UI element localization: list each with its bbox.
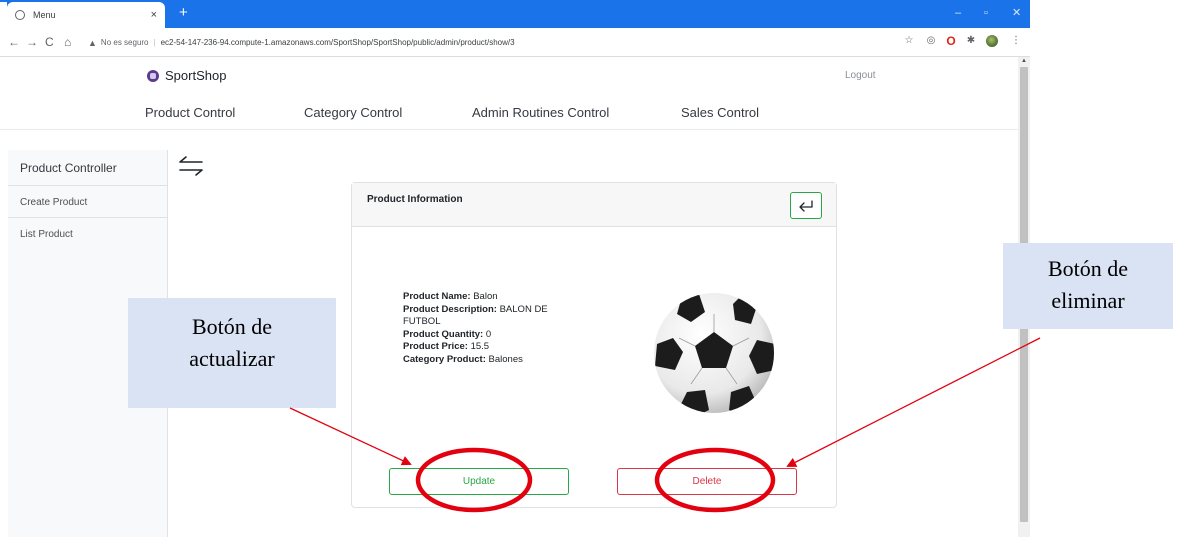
product-quantity-row: Product Quantity: 0 bbox=[403, 329, 561, 342]
address-bar: ← → C ⌂ ▲ No es seguro | ec2-54-147-236-… bbox=[0, 28, 1030, 57]
maximize-icon[interactable]: ▫ bbox=[984, 6, 988, 20]
warning-icon: ▲ bbox=[88, 37, 97, 48]
brand-link[interactable]: SportShop bbox=[147, 68, 226, 83]
globe-icon bbox=[15, 10, 25, 20]
scroll-up-icon[interactable]: ▲ bbox=[1021, 58, 1027, 64]
back-arrow-icon[interactable]: ← bbox=[8, 34, 20, 50]
product-card: Product Information Product Name: Balon … bbox=[351, 182, 837, 508]
delete-callout: Botón de eliminar bbox=[1003, 243, 1173, 329]
tab-accent bbox=[0, 2, 7, 28]
sidebar-toggle-icon[interactable] bbox=[178, 155, 204, 177]
product-quantity-value: 0 bbox=[485, 328, 492, 340]
delete-button[interactable]: Delete bbox=[617, 468, 797, 495]
update-button[interactable]: Update bbox=[389, 468, 569, 495]
main-nav: Product Control Category Control Admin R… bbox=[0, 100, 1018, 130]
home-icon[interactable]: ⌂ bbox=[64, 34, 71, 50]
minimize-icon[interactable]: – bbox=[955, 6, 961, 20]
brand-logo-icon bbox=[147, 69, 159, 82]
sidebar-item-list-product[interactable]: List Product bbox=[8, 218, 167, 250]
product-name-value: Balon bbox=[473, 291, 498, 302]
delete-callout-line-1: Botón de bbox=[1047, 256, 1129, 281]
sidebar-title: Product Controller bbox=[8, 150, 167, 186]
star-icon[interactable]: ☆ bbox=[903, 35, 915, 47]
url-separator: | bbox=[153, 38, 156, 47]
window-close-icon[interactable]: ✕ bbox=[1012, 6, 1021, 20]
update-callout-line-1: Botón de bbox=[191, 314, 273, 339]
sidebar-item-create-product[interactable]: Create Product bbox=[8, 186, 167, 218]
product-price-value: 15.5 bbox=[470, 341, 490, 353]
product-category-label: Category Product: bbox=[403, 353, 486, 365]
forward-arrow-icon[interactable]: → bbox=[26, 34, 38, 50]
tab-title: Menu bbox=[33, 10, 56, 20]
puzzle-icon[interactable]: ✱ bbox=[965, 35, 977, 47]
reload-icon[interactable]: C bbox=[45, 34, 54, 50]
product-info: Product Name: Balon Product Description:… bbox=[403, 291, 561, 367]
browser-tab-bar: Menu × + – ▫ ✕ bbox=[0, 0, 1030, 28]
tab-close-icon[interactable]: × bbox=[151, 9, 157, 21]
logout-link[interactable]: Logout bbox=[845, 70, 876, 81]
extension-icon[interactable]: ◎ bbox=[925, 35, 937, 47]
card-title: Product Information bbox=[367, 194, 463, 205]
product-price-label: Product Price: bbox=[403, 341, 468, 353]
menu-dots-icon[interactable]: ⋮ bbox=[1010, 35, 1022, 47]
return-arrow-icon bbox=[799, 200, 813, 212]
profile-avatar[interactable] bbox=[986, 35, 998, 47]
product-description-row: Product Description: BALON DE FUTBOL bbox=[403, 304, 561, 329]
url-input[interactable]: ▲ No es seguro | ec2-54-147-236-94.compu… bbox=[88, 33, 888, 52]
product-name-row: Product Name: Balon bbox=[403, 291, 561, 304]
nav-admin-routines-control[interactable]: Admin Routines Control bbox=[472, 105, 609, 120]
security-label: No es seguro bbox=[100, 38, 149, 47]
product-name-label: Product Name: bbox=[403, 291, 471, 302]
brand-name: SportShop bbox=[165, 68, 227, 83]
product-category-row: Category Product: Balones bbox=[403, 354, 561, 367]
url-text: ec2-54-147-236-94.compute-1.amazonaws.co… bbox=[160, 38, 515, 47]
update-callout-line-2: actualizar bbox=[189, 346, 275, 371]
update-callout: Botón de actualizar bbox=[128, 298, 336, 408]
product-price-row: Product Price: 15.5 bbox=[403, 341, 561, 354]
opera-icon[interactable]: O bbox=[945, 35, 957, 47]
card-header: Product Information bbox=[352, 183, 836, 227]
product-image-soccer-ball bbox=[654, 293, 774, 413]
product-description-label: Product Description: bbox=[403, 303, 497, 315]
back-button[interactable] bbox=[790, 192, 822, 219]
nav-product-control[interactable]: Product Control bbox=[145, 105, 235, 120]
delete-callout-line-2: eliminar bbox=[1051, 288, 1125, 313]
nav-category-control[interactable]: Category Control bbox=[304, 105, 402, 120]
product-category-value: Balones bbox=[488, 353, 523, 365]
browser-tab[interactable]: Menu × bbox=[7, 2, 165, 28]
new-tab-button[interactable]: + bbox=[179, 3, 188, 23]
product-quantity-label: Product Quantity: bbox=[403, 328, 484, 340]
nav-sales-control[interactable]: Sales Control bbox=[681, 105, 759, 120]
